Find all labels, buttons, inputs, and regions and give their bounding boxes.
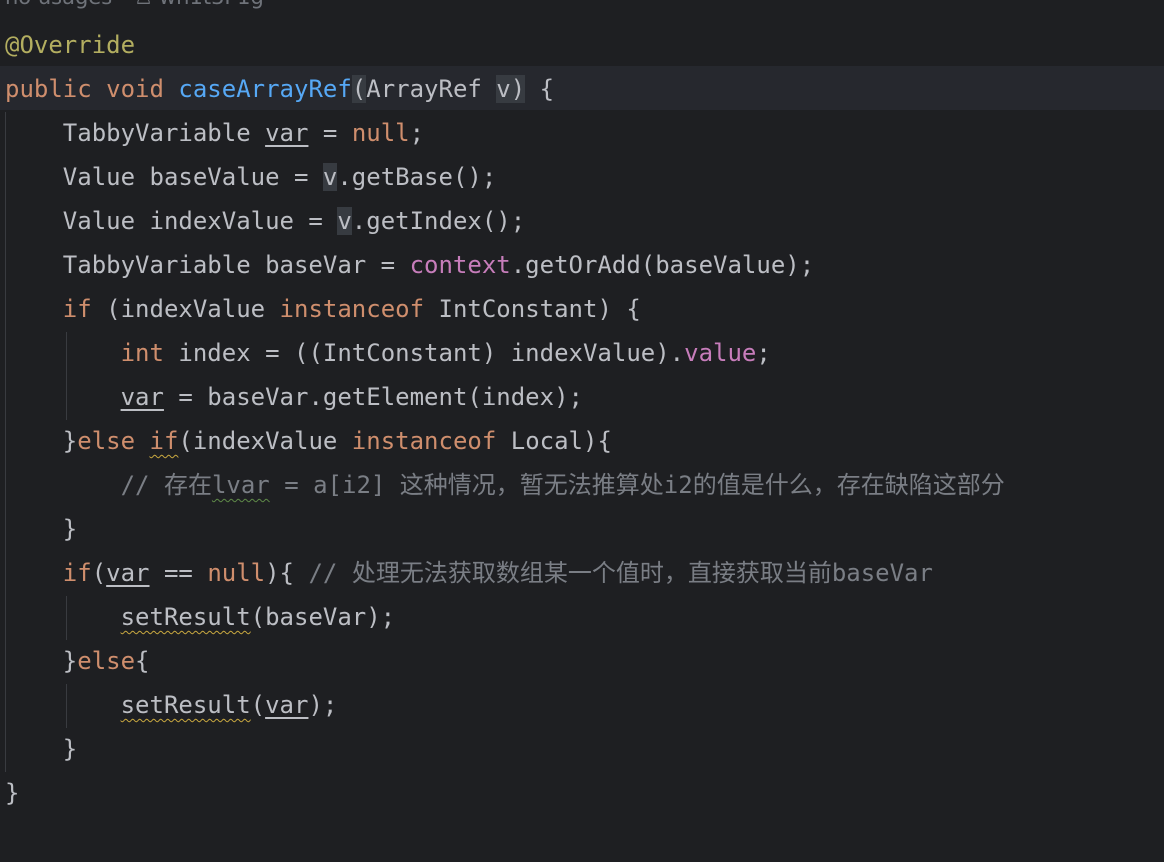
- set-result-call-warning[interactable]: setResult: [121, 603, 251, 631]
- code-line-1[interactable]: @Override: [5, 23, 135, 67]
- code-line-3[interactable]: TabbyVariable var = null;: [5, 111, 424, 155]
- base-value-decl: Value baseValue =: [5, 163, 323, 191]
- code-line-9[interactable]: var = baseVar.getElement(index);: [5, 375, 583, 419]
- comment-typo-lvar[interactable]: lvar: [212, 471, 270, 499]
- code-line-2[interactable]: public void caseArrayRef(ArrayRef v) {: [5, 67, 554, 111]
- code-line-4[interactable]: Value baseValue = v.getBase();: [5, 155, 496, 199]
- assign-op: =: [308, 119, 352, 147]
- paren-open: (: [250, 691, 266, 719]
- param-v-usage[interactable]: v: [337, 207, 352, 235]
- paren-close: ): [510, 75, 526, 103]
- code-vision-hint[interactable]: no usages ♙ wh1t3P1g: [5, 0, 264, 12]
- equals-op: ==: [149, 559, 208, 587]
- get-or-add-call: .getOrAdd(baseValue);: [510, 251, 815, 279]
- code-line-12[interactable]: }: [5, 507, 77, 551]
- method-brace-close: }: [5, 779, 20, 807]
- var-variable[interactable]: var: [106, 559, 149, 587]
- code-line-13[interactable]: if(var == null){ // 处理无法获取数组某一个值时，直接获取当前…: [5, 551, 933, 595]
- set-result-call-warning[interactable]: setResult: [121, 691, 251, 719]
- comment-null-handling: // 处理无法获取数组某一个值时，直接获取当前baseVar: [308, 559, 933, 587]
- brace-open: {: [135, 647, 150, 675]
- keyword-null: null: [207, 559, 266, 587]
- brace-close: }: [5, 427, 78, 455]
- comment-part-1: // 存在: [120, 471, 212, 499]
- paren-open: (: [351, 75, 367, 103]
- else-if-condition-rest: Local){: [496, 427, 612, 455]
- code-editor[interactable]: no usages ♙ wh1t3P1g @Override public void…: [0, 0, 1164, 862]
- comment-part-2: = a[i2] 这种情况，暂无法推算处i2的值是什么，存在缺陷这部分: [269, 471, 1005, 499]
- code-line-11[interactable]: // 存在lvar = a[i2] 这种情况，暂无法推算处i2的值是什么，存在缺…: [5, 463, 1005, 507]
- semicolon: ;: [756, 339, 771, 367]
- keyword-public: public: [5, 75, 92, 103]
- code-line-10[interactable]: }else if(indexValue instanceof Local){: [5, 419, 612, 463]
- keyword-instanceof: instanceof: [279, 295, 425, 323]
- keyword-else: else: [77, 427, 150, 455]
- method-name[interactable]: caseArrayRef: [178, 75, 351, 103]
- code-line-5[interactable]: Value indexValue = v.getIndex();: [5, 199, 525, 243]
- param-v[interactable]: v: [496, 75, 511, 103]
- code-line-18[interactable]: }: [5, 771, 19, 815]
- keyword-if: if: [5, 295, 92, 323]
- if-condition-rest: IntConstant) {: [424, 295, 641, 323]
- semicolon: ;: [409, 119, 425, 147]
- keyword-instanceof: instanceof: [351, 427, 497, 455]
- user-icon: ♙: [134, 0, 153, 12]
- usages-hint[interactable]: no usages: [5, 0, 112, 9]
- index-value-decl: Value indexValue =: [5, 207, 338, 235]
- keyword-int: int: [5, 339, 164, 367]
- index-decl: index = ((IntConstant) indexValue).: [163, 339, 685, 367]
- code-line-14[interactable]: setResult(baseVar);: [5, 595, 396, 639]
- var-variable[interactable]: var: [121, 383, 164, 411]
- brace-close: }: [5, 647, 78, 675]
- brace-close: }: [5, 515, 78, 543]
- param-type: ArrayRef: [366, 75, 497, 103]
- paren-open: (: [91, 559, 107, 587]
- paren-close: );: [308, 691, 338, 719]
- base-var-decl: TabbyVariable baseVar =: [5, 251, 410, 279]
- code-line-8[interactable]: int index = ((IntConstant) indexValue).v…: [5, 331, 771, 375]
- if-condition: (indexValue: [91, 295, 280, 323]
- context-field[interactable]: context: [410, 251, 511, 279]
- author-hint[interactable]: wh1t3P1g: [159, 0, 264, 9]
- code-line-7[interactable]: if (indexValue instanceof IntConstant) {: [5, 287, 641, 331]
- brace-close: }: [5, 735, 78, 763]
- else-if-condition: (indexValue: [178, 427, 352, 455]
- get-element-call: = baseVar.getElement(index);: [163, 383, 583, 411]
- var-variable[interactable]: var: [265, 119, 308, 147]
- keyword-null: null: [351, 119, 410, 147]
- var-decl-type: TabbyVariable: [5, 119, 266, 147]
- override-annotation: @Override: [5, 31, 136, 59]
- value-field[interactable]: value: [684, 339, 756, 367]
- get-base-call: .getBase();: [337, 163, 497, 191]
- keyword-else: else: [77, 647, 136, 675]
- param-v-usage[interactable]: v: [322, 163, 338, 191]
- keyword-if-warning[interactable]: if: [150, 427, 179, 455]
- code-line-6[interactable]: TabbyVariable baseVar = context.getOrAdd…: [5, 243, 814, 287]
- var-variable[interactable]: var: [265, 691, 308, 719]
- paren-close-brace: ){: [265, 559, 309, 587]
- brace-open: {: [525, 75, 555, 103]
- get-index-call: .getIndex();: [351, 207, 526, 235]
- code-line-15[interactable]: }else{: [5, 639, 150, 683]
- code-line-17[interactable]: }: [5, 727, 77, 771]
- keyword-if: if: [5, 559, 92, 587]
- code-line-16[interactable]: setResult(var);: [5, 683, 338, 727]
- keyword-void: void: [106, 75, 164, 103]
- set-result-args: (baseVar);: [250, 603, 396, 631]
